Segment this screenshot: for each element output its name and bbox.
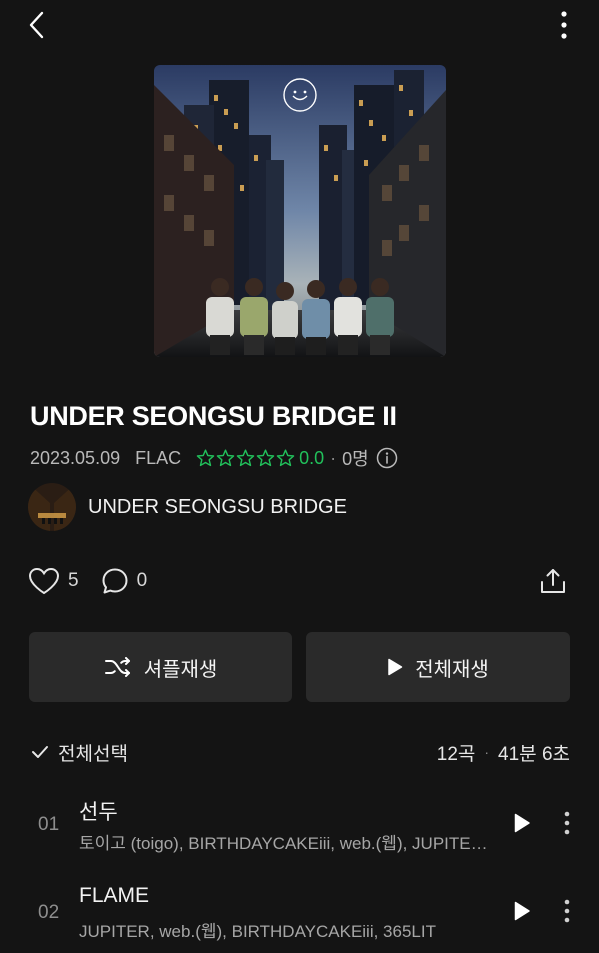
star-outline-icon [196, 449, 215, 467]
artist-name: UNDER SEONGSU BRIDGE [88, 495, 347, 518]
total-duration: 41분 6초 [498, 743, 570, 765]
release-date: 2023.05.09 [30, 447, 121, 468]
rating-stars[interactable] [196, 449, 296, 467]
summary-separator: · [484, 744, 490, 760]
chevron-left-icon [29, 11, 44, 39]
play-all-button[interactable]: 전체재생 [306, 632, 570, 702]
play-icon [514, 813, 530, 833]
rating-value: 0.0 [299, 447, 325, 468]
like-count: 5 [68, 570, 79, 591]
info-icon [376, 447, 397, 469]
play-all-label: 전체재생 [415, 658, 489, 681]
comment-button[interactable]: 0 [101, 567, 148, 595]
track-title: 선두 [79, 801, 118, 824]
track-play-button[interactable] [510, 810, 534, 836]
track-list-header: 전체선택 12곡 · 41분 6초 [30, 738, 570, 766]
like-button[interactable]: 5 [28, 567, 79, 595]
select-all-button[interactable]: 전체선택 [30, 739, 128, 766]
shuffle-play-button[interactable]: 셔플재생 [29, 632, 292, 702]
album-title: UNDER SEONGSU BRIDGE II [30, 401, 397, 431]
comment-icon [102, 568, 128, 594]
track-artists: JUPITER, web.(웹), BIRTHDAYCAKEiii, 365LI… [79, 922, 436, 941]
track-summary: 12곡 · 41분 6초 [437, 739, 570, 766]
track-number: 02 [38, 902, 60, 923]
select-all-label: 전체선택 [58, 743, 128, 765]
album-meta-row: 2023.05.09 FLAC 0.0 · 0명 [30, 445, 398, 471]
artist-avatar-image [28, 483, 76, 531]
back-button[interactable] [22, 8, 52, 42]
track-row[interactable]: 01 선두 토이고 (toigo), BIRTHDAYCAKEiii, web.… [0, 788, 599, 860]
more-options-button[interactable] [551, 8, 577, 42]
track-title: FLAME [79, 884, 150, 907]
audio-format: FLAC [135, 447, 182, 468]
star-outline-icon [276, 449, 295, 467]
album-cover-art [154, 65, 446, 357]
top-bar [0, 0, 599, 50]
track-row[interactable]: 02 FLAME JUPITER, web.(웹), BIRTHDAYCAKEi… [0, 876, 599, 948]
star-outline-icon [236, 449, 255, 467]
check-icon [32, 746, 48, 758]
rating-count: 0명 [342, 449, 369, 469]
track-play-button[interactable] [510, 898, 534, 924]
play-icon [388, 658, 403, 676]
track-number: 01 [38, 814, 60, 835]
share-button[interactable] [537, 563, 569, 599]
track-more-button[interactable] [556, 808, 578, 838]
shuffle-icon [104, 657, 130, 677]
comment-count: 0 [136, 570, 148, 591]
play-icon [514, 901, 530, 921]
track-more-button[interactable] [556, 896, 578, 926]
album-cover[interactable] [154, 65, 446, 357]
star-outline-icon [216, 449, 235, 467]
artist-avatar [28, 483, 76, 531]
more-vertical-icon [564, 811, 570, 835]
star-outline-icon [256, 449, 275, 467]
social-row: 5 0 [28, 562, 169, 600]
shuffle-play-label: 셔플재생 [143, 658, 218, 681]
more-vertical-icon [564, 899, 570, 923]
heart-icon [28, 567, 60, 595]
share-icon [541, 569, 565, 593]
track-count: 12곡 [436, 743, 476, 765]
track-artists: 토이고 (toigo), BIRTHDAYCAKEiii, web.(웹), J… [79, 834, 489, 853]
meta-separator: · [330, 447, 337, 468]
more-vertical-icon [561, 11, 567, 39]
info-button[interactable] [376, 447, 398, 469]
artist-row[interactable]: UNDER SEONGSU BRIDGE [28, 482, 347, 532]
